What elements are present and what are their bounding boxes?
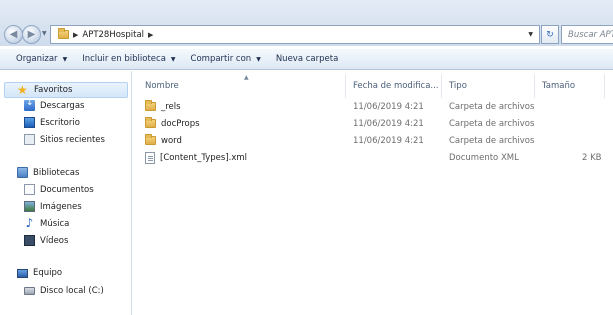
- folder-icon: [145, 134, 156, 145]
- breadcrumb-chevron-icon[interactable]: ▶: [148, 31, 153, 39]
- chevron-down-icon: ▼: [170, 55, 176, 63]
- arrow-right-icon: ▶: [27, 29, 36, 40]
- recent-places-icon: [24, 134, 35, 145]
- nav-label: Descargas: [40, 100, 85, 111]
- nav-item-documents[interactable]: Documentos: [24, 184, 94, 195]
- nav-label: Documentos: [40, 184, 94, 195]
- file-type: Documento XML: [449, 152, 519, 163]
- file-row[interactable]: [Content_Types].xml Documento XML 2 KB: [133, 149, 613, 166]
- nav-label: Favoritos: [34, 85, 73, 95]
- nav-label: Imágenes: [40, 201, 82, 212]
- file-row[interactable]: word 11/06/2019 4:21 Carpeta de archivos: [133, 132, 613, 149]
- file-row[interactable]: _rels 11/06/2019 4:21 Carpeta de archivo…: [133, 98, 613, 115]
- nav-label: Sitios recientes: [40, 134, 105, 145]
- folder-icon: [145, 117, 156, 128]
- sort-ascending-icon: ▲: [244, 74, 249, 81]
- nav-label: Disco local (C:): [40, 286, 104, 296]
- chevron-down-icon: ▼: [62, 55, 68, 63]
- nav-label: Bibliotecas: [33, 167, 80, 178]
- folder-icon: [145, 100, 156, 111]
- new-folder-label: Nueva carpeta: [275, 54, 339, 64]
- forward-button[interactable]: ▶: [22, 25, 41, 44]
- refresh-icon: ↻: [546, 29, 554, 40]
- nav-item-favorites[interactable]: ★ Favoritos: [4, 82, 128, 98]
- search-placeholder: Buscar APT28Hospital: [568, 29, 613, 40]
- file-name: word: [161, 135, 182, 146]
- nav-item-local-disk[interactable]: Disco local (C:): [24, 286, 104, 296]
- column-header-label: Nombre: [145, 81, 179, 91]
- file-size: 2 KB: [582, 152, 602, 163]
- pictures-icon: [24, 201, 35, 212]
- xml-file-icon: [145, 151, 155, 164]
- breadcrumb-chevron-icon[interactable]: ▶: [73, 31, 78, 39]
- file-name: _rels: [161, 101, 181, 112]
- videos-icon: [24, 235, 35, 246]
- nav-label: Vídeos: [40, 235, 69, 246]
- music-icon: ♪: [25, 216, 34, 230]
- nav-item-computer[interactable]: Equipo: [17, 268, 62, 278]
- navigation-pane: ★ Favoritos Descargas Escritorio Sitios …: [0, 71, 132, 315]
- organize-menu-button[interactable]: Organizar ▼: [16, 54, 67, 64]
- file-date: 11/06/2019 4:21: [353, 135, 424, 146]
- nav-item-recent-places[interactable]: Sitios recientes: [24, 134, 105, 145]
- column-header-date[interactable]: Fecha de modifica...: [346, 74, 442, 98]
- documents-icon: [24, 184, 35, 195]
- file-list: ▲ Nombre Fecha de modifica... Tipo Tamañ…: [133, 71, 613, 315]
- file-type: Carpeta de archivos: [449, 101, 535, 112]
- star-icon: ★: [17, 82, 28, 97]
- nav-item-desktop[interactable]: Escritorio: [24, 117, 80, 128]
- nav-item-images[interactable]: Imágenes: [24, 201, 82, 212]
- file-name-cell: [Content_Types].xml: [145, 151, 248, 164]
- address-bar-area: ◀ ▶ ▼ ▶ APT28Hospital ▶ ▼ ↻ Buscar APT28…: [0, 0, 613, 46]
- share-with-button[interactable]: Compartir con ▼: [191, 54, 261, 64]
- column-header-name[interactable]: ▲ Nombre: [138, 74, 346, 98]
- command-toolbar: Organizar ▼ Incluir en biblioteca ▼ Comp…: [0, 49, 613, 70]
- file-name: docProps: [161, 118, 200, 129]
- file-name-cell: _rels: [145, 100, 181, 112]
- column-header-type[interactable]: Tipo: [442, 74, 535, 98]
- nav-item-music[interactable]: ♪ Música: [24, 216, 70, 230]
- file-type: Carpeta de archivos: [449, 135, 535, 146]
- column-header-size[interactable]: Tamaño: [535, 74, 605, 98]
- share-label: Compartir con: [190, 54, 252, 64]
- nav-item-downloads[interactable]: Descargas: [24, 98, 85, 111]
- search-input[interactable]: Buscar APT28Hospital: [561, 25, 613, 44]
- file-date: 11/06/2019 4:21: [353, 101, 424, 112]
- file-row[interactable]: docProps 11/06/2019 4:21 Carpeta de arch…: [133, 115, 613, 132]
- new-folder-button[interactable]: Nueva carpeta: [276, 54, 338, 64]
- back-button[interactable]: ◀: [4, 25, 23, 44]
- organize-label: Organizar: [16, 54, 58, 64]
- arrow-left-icon: ◀: [9, 29, 18, 40]
- nav-label: Equipo: [33, 268, 63, 278]
- nav-label: Música: [40, 218, 70, 229]
- address-bar[interactable]: ▶ APT28Hospital ▶ ▼: [50, 25, 540, 44]
- refresh-button[interactable]: ↻: [541, 25, 559, 44]
- file-date: 11/06/2019 4:21: [353, 118, 424, 129]
- desktop-icon: [24, 117, 35, 128]
- nav-item-videos[interactable]: Vídeos: [24, 235, 68, 246]
- column-header-label: Tamaño: [542, 81, 576, 91]
- address-history-dropdown[interactable]: ▼: [528, 31, 533, 38]
- include-in-library-button[interactable]: Incluir en biblioteca ▼: [82, 54, 175, 64]
- libraries-icon: [17, 167, 28, 178]
- file-name: [Content_Types].xml: [160, 152, 248, 163]
- column-header-label: Fecha de modifica...: [353, 81, 439, 91]
- recent-pages-dropdown[interactable]: ▼: [42, 30, 47, 37]
- file-name-cell: word: [145, 134, 182, 146]
- nav-item-libraries[interactable]: Bibliotecas: [17, 167, 79, 178]
- breadcrumb-current-folder[interactable]: APT28Hospital: [82, 30, 144, 40]
- computer-icon: [17, 268, 28, 278]
- column-header-label: Tipo: [449, 81, 467, 91]
- downloads-icon: [24, 98, 35, 111]
- folder-icon: [58, 28, 69, 39]
- hard-drive-icon: [24, 287, 35, 295]
- include-label: Incluir en biblioteca: [82, 54, 166, 64]
- nav-label: Escritorio: [40, 117, 80, 128]
- file-name-cell: docProps: [145, 117, 200, 129]
- file-type: Carpeta de archivos: [449, 118, 535, 129]
- chevron-down-icon: ▼: [256, 55, 261, 63]
